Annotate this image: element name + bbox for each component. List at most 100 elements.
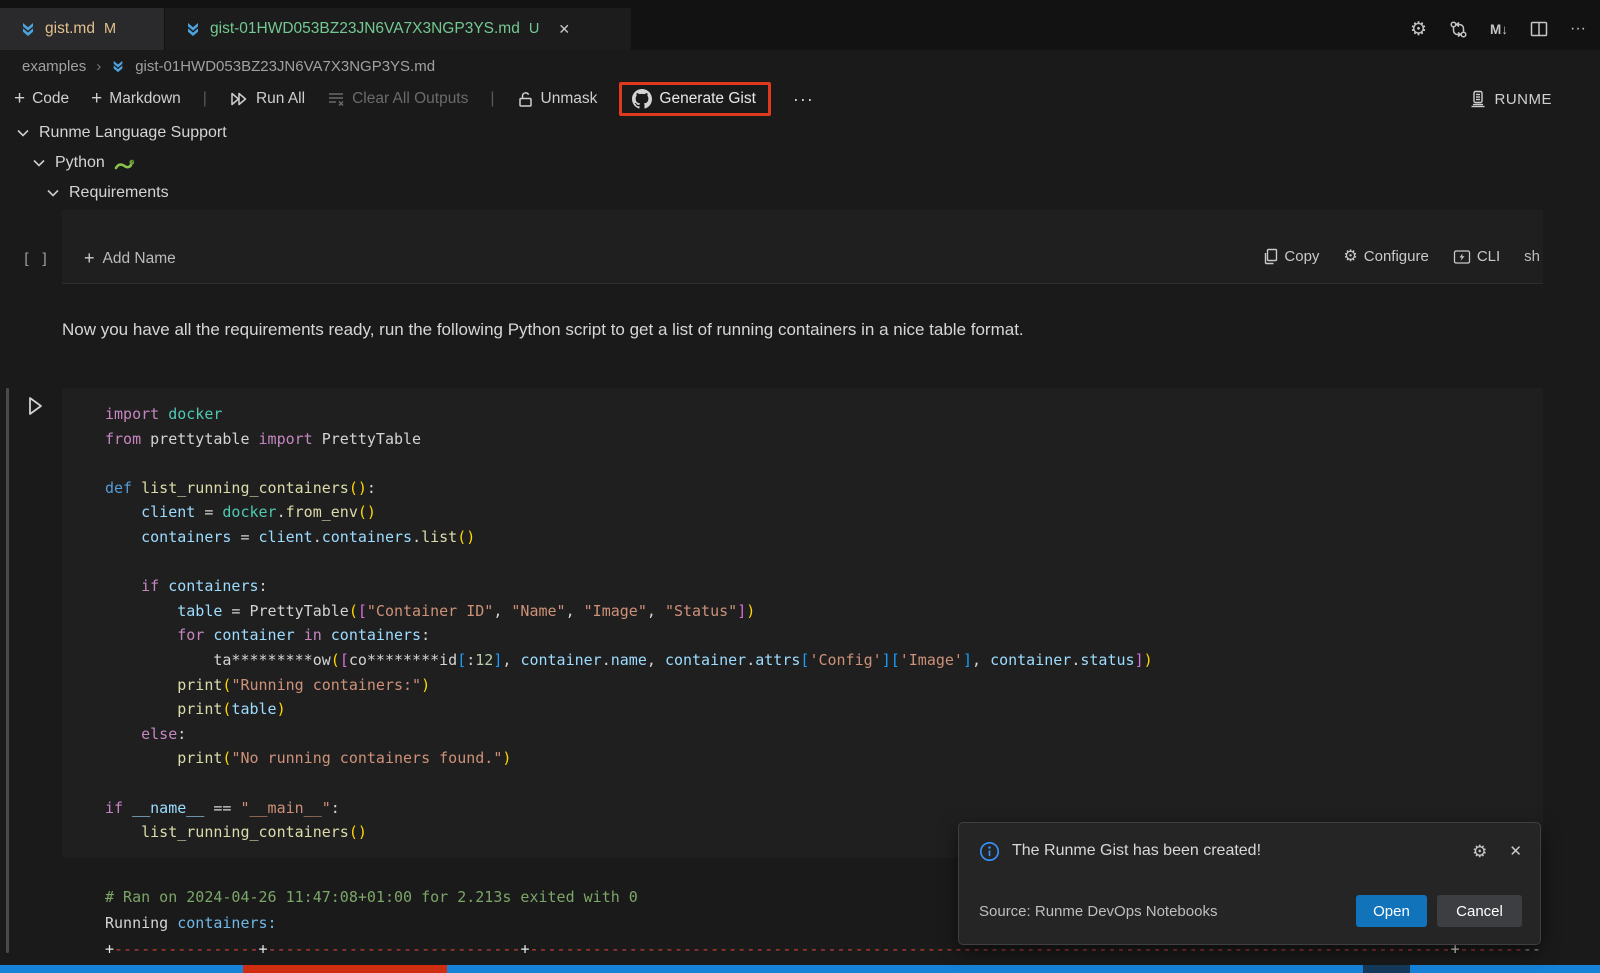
- annotation-highlight-box: Generate Gist: [619, 82, 771, 116]
- tab-gist-01hwd-md[interactable]: gist-01HWD053BZ23JN6VA7X3NGP3YS.md U ✕: [165, 8, 631, 50]
- markdown-preview-icon[interactable]: M↓: [1490, 22, 1508, 37]
- tab-label: gist-01HWD053BZ23JN6VA7X3NGP3YS.md: [210, 20, 520, 38]
- cell-language-picker[interactable]: sh: [1524, 248, 1540, 265]
- bottom-activity-bar: [0, 965, 1600, 973]
- runme-logo-icon: [1469, 90, 1487, 108]
- info-icon: [979, 841, 1000, 862]
- editor-tab-strip: gist.md M gist-01HWD053BZ23JN6VA7X3NGP3Y…: [0, 0, 1600, 50]
- generate-gist-label: Generate Gist: [659, 90, 756, 108]
- chevron-down-icon[interactable]: [46, 187, 60, 199]
- run-all-icon: [229, 90, 249, 108]
- breadcrumb: examples › gist-01HWD053BZ23JN6VA7X3NGP3…: [22, 54, 435, 78]
- add-markdown-label: Markdown: [109, 90, 181, 108]
- outline-item-python[interactable]: Python: [32, 150, 135, 176]
- gear-icon: ⚙: [1343, 249, 1357, 265]
- text-line: def list_running_containers():: [105, 476, 1533, 501]
- chevron-down-icon[interactable]: [32, 157, 46, 169]
- text-line: if containers:: [105, 574, 1533, 599]
- notebook-toolbar: + Code + Markdown | Run All: [0, 80, 1600, 118]
- notification-close-icon[interactable]: ✕: [1509, 842, 1522, 860]
- text-line: import docker: [105, 402, 1533, 427]
- toolbar-divider: |: [203, 90, 207, 108]
- split-editor-icon[interactable]: [1530, 21, 1548, 37]
- add-name-button[interactable]: + Add Name: [84, 248, 176, 269]
- notification-actions-row: Source: Runme DevOps Notebooks Open Canc…: [979, 893, 1522, 929]
- tab-label: gist.md: [45, 20, 95, 38]
- plus-icon: +: [14, 88, 25, 110]
- cli-icon: [1453, 249, 1471, 265]
- github-icon: [632, 89, 652, 109]
- execution-order-indicator: [ ]: [22, 250, 49, 268]
- bottom-bar-segment: [243, 965, 447, 973]
- runme-kernel-label: RUNME: [1495, 91, 1553, 108]
- cell-status-actions: Copy ⚙ Configure CLI sh: [1262, 248, 1540, 265]
- text-line: [105, 771, 1533, 796]
- copy-cell-button[interactable]: Copy: [1262, 248, 1319, 265]
- chevron-down-icon[interactable]: [16, 127, 30, 139]
- tab-gist-md[interactable]: gist.md M: [0, 8, 164, 50]
- text-line: else:: [105, 722, 1533, 747]
- bottom-bar-segment: [1363, 965, 1410, 973]
- breadcrumb-separator: ›: [96, 58, 101, 75]
- outline-label: Runme Language Support: [39, 124, 227, 142]
- unlock-icon: [517, 90, 534, 108]
- add-code-button[interactable]: + Code: [14, 88, 69, 110]
- bottom-bar-segment: [1410, 965, 1600, 973]
- run-all-button[interactable]: Run All: [229, 90, 305, 108]
- cli-cell-button[interactable]: CLI: [1453, 248, 1500, 265]
- generate-gist-button[interactable]: Generate Gist: [632, 89, 756, 109]
- configure-label: Configure: [1364, 248, 1429, 265]
- close-tab-icon[interactable]: ✕: [558, 21, 570, 38]
- outline-item-runme-language-support[interactable]: Runme Language Support: [16, 120, 227, 146]
- outline-label: Python: [55, 154, 105, 172]
- text-line: [105, 451, 1533, 476]
- code-content: import dockerfrom prettytable import Pre…: [105, 402, 1533, 845]
- copy-label: Copy: [1284, 248, 1319, 265]
- clear-all-outputs-label: Clear All Outputs: [352, 90, 468, 108]
- unmask-button[interactable]: Unmask: [517, 90, 598, 108]
- text-line: for container in containers:: [105, 623, 1533, 648]
- toolbar-more-button[interactable]: ···: [793, 89, 814, 110]
- toolbar-divider: |: [490, 90, 494, 108]
- cancel-button[interactable]: Cancel: [1437, 895, 1522, 927]
- run-cell-button[interactable]: [24, 394, 46, 418]
- open-changes-icon[interactable]: [1449, 20, 1468, 39]
- more-actions-icon[interactable]: ···: [1570, 20, 1586, 38]
- text-line: [105, 550, 1533, 575]
- settings-gear-icon[interactable]: ⚙: [1410, 20, 1427, 39]
- text-line: if __name__ == "__main__":: [105, 796, 1533, 821]
- runme-file-icon: [111, 60, 125, 73]
- bottom-bar-segment: [447, 965, 1363, 973]
- notification-header: The Runme Gist has been created! ⚙ ✕: [979, 838, 1522, 864]
- notification-toast: The Runme Gist has been created! ⚙ ✕ Sou…: [958, 822, 1541, 945]
- open-button[interactable]: Open: [1356, 895, 1427, 927]
- clear-all-outputs-button[interactable]: Clear All Outputs: [327, 90, 468, 108]
- text-line: from prettytable import PrettyTable: [105, 427, 1533, 452]
- outline-item-requirements[interactable]: Requirements: [46, 180, 169, 206]
- shell-cell-panel: [62, 210, 1543, 284]
- text-line: table = PrettyTable(["Container ID", "Na…: [105, 599, 1533, 624]
- copy-icon: [1262, 248, 1278, 265]
- cli-label: CLI: [1477, 248, 1500, 265]
- notification-settings-icon[interactable]: ⚙: [1472, 843, 1487, 860]
- text-line: print(table): [105, 697, 1533, 722]
- runme-file-icon: [20, 22, 36, 37]
- run-all-label: Run All: [256, 90, 305, 108]
- breadcrumb-file[interactable]: gist-01HWD053BZ23JN6VA7X3NGP3YS.md: [135, 58, 435, 75]
- configure-cell-button[interactable]: ⚙ Configure: [1343, 248, 1428, 265]
- editor-actions: ⚙ M↓ ···: [1410, 8, 1586, 50]
- git-modified-badge: M: [104, 21, 116, 37]
- add-name-label: Add Name: [103, 250, 176, 268]
- text-line: ta*********ow([co********id[:12], contai…: [105, 648, 1533, 673]
- text-line: print("Running containers:"): [105, 673, 1533, 698]
- bottom-bar-segment: [0, 965, 243, 973]
- markdown-cell-text: Now you have all the requirements ready,…: [62, 320, 1024, 340]
- code-cell-editor[interactable]: import dockerfrom prettytable import Pre…: [62, 388, 1543, 858]
- breadcrumb-folder[interactable]: examples: [22, 58, 86, 75]
- plus-icon: +: [91, 88, 102, 110]
- plus-icon: +: [84, 248, 95, 269]
- text-line: print("No running containers found."): [105, 746, 1533, 771]
- outline-label: Requirements: [69, 184, 169, 202]
- add-markdown-button[interactable]: + Markdown: [91, 88, 181, 110]
- runme-kernel-button[interactable]: RUNME: [1469, 80, 1553, 118]
